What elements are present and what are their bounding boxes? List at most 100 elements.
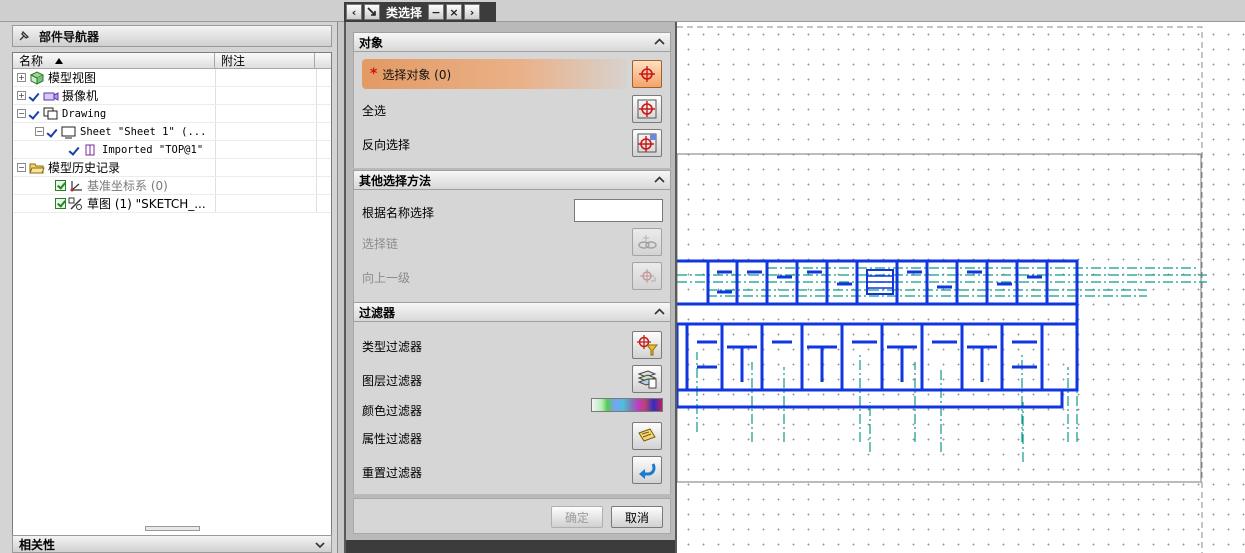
- select-all-label: 全选: [362, 104, 387, 118]
- reset-filter-button[interactable]: [632, 456, 662, 484]
- tree-item-label: Sheet "Sheet 1" (...: [80, 125, 207, 138]
- chain-icon: [638, 235, 657, 249]
- collapse-icon[interactable]: −: [17, 163, 26, 172]
- visible-check-icon[interactable]: [69, 144, 81, 156]
- drawing-border: [677, 153, 1202, 483]
- sort-ascending-icon: [55, 57, 64, 64]
- column-name-header[interactable]: 名称: [13, 53, 215, 68]
- select-chain-label: 选择链: [362, 237, 399, 251]
- collapse-icon[interactable]: −: [35, 127, 44, 136]
- invert-selection-button[interactable]: [632, 129, 662, 157]
- tab-next-icon[interactable]: ›: [464, 4, 481, 20]
- type-filter-button[interactable]: [632, 331, 662, 359]
- crosshair-icon: [639, 66, 655, 82]
- section-filter-title: 过滤器: [359, 305, 396, 320]
- type-filter-icon: [637, 335, 658, 356]
- checkbox-checked-icon[interactable]: [55, 198, 66, 209]
- center-lines: [677, 267, 1207, 462]
- section-other-title: 其他选择方法: [359, 173, 432, 188]
- close-icon[interactable]: ×: [446, 4, 463, 20]
- visible-check-icon[interactable]: [47, 126, 59, 138]
- visible-check-icon[interactable]: [29, 90, 41, 102]
- attribute-filter-icon: [638, 428, 656, 442]
- drawing-canvas[interactable]: [677, 22, 1245, 553]
- visible-check-icon[interactable]: [29, 108, 41, 120]
- collapse-up-icon[interactable]: [652, 173, 667, 187]
- tree-item-label: 模型视图: [48, 71, 97, 85]
- tab-prev-icon[interactable]: ‹: [346, 4, 362, 20]
- color-filter-swatch[interactable]: [591, 398, 663, 412]
- panel-splitter[interactable]: [145, 526, 200, 531]
- section-filter-header[interactable]: 过滤器: [353, 302, 671, 322]
- attribute-filter-button[interactable]: [632, 422, 662, 450]
- select-by-name-label: 根据名称选择: [362, 206, 435, 220]
- color-filter-label: 颜色过滤器: [362, 404, 423, 418]
- column-name-label: 名称: [19, 54, 44, 68]
- name-input[interactable]: [574, 199, 663, 222]
- dialog-bottom-strip: [346, 540, 675, 553]
- class-selection-dialog: 对象 * 选择对象 (0) 全选 反向选择 其他选择方法 根据名称选择 选择链: [344, 22, 677, 553]
- section-other-header[interactable]: 其他选择方法: [353, 170, 671, 190]
- chevron-down-icon[interactable]: [313, 539, 327, 551]
- ok-button[interactable]: 确定: [551, 506, 603, 528]
- up-level-icon: [640, 269, 656, 283]
- related-panel-header[interactable]: 相关性: [12, 535, 332, 553]
- collapse-up-icon[interactable]: [652, 35, 667, 49]
- tree-item-model-views[interactable]: + 模型视图: [13, 69, 331, 87]
- tree-item-drawing[interactable]: − Drawing: [13, 105, 331, 123]
- layer-filter-icon: [637, 370, 657, 389]
- tree-header: 名称 附注: [13, 53, 331, 69]
- view-icon: [83, 143, 99, 157]
- column-note-label: 附注: [221, 54, 246, 68]
- datum-csys-icon: [68, 179, 84, 193]
- navigator-tree[interactable]: 名称 附注 + 模型视图 + 摄像机 − Drawing − Sheet "Sh…: [12, 52, 332, 542]
- layer-filter-button[interactable]: [632, 365, 662, 393]
- column-note-header[interactable]: 附注: [215, 53, 315, 68]
- tree-item-model-history[interactable]: − 模型历史记录: [13, 159, 331, 177]
- floor-plan: [677, 259, 1079, 409]
- reset-arrow-icon[interactable]: [364, 4, 380, 20]
- camera-icon: [43, 89, 59, 103]
- select-all-icon: [637, 99, 657, 119]
- up-one-level-button[interactable]: [632, 262, 662, 290]
- top-toolbar-strip: [0, 0, 1245, 22]
- drawing-graphics: [677, 26, 1207, 553]
- select-object-button[interactable]: [632, 60, 662, 88]
- select-all-button[interactable]: [632, 95, 662, 123]
- minimize-icon[interactable]: −: [428, 4, 445, 20]
- section-filter-body: 类型过滤器 图层过滤器 颜色过滤器 属性过滤器 重置过滤器: [353, 322, 671, 494]
- pin-icon[interactable]: [17, 29, 31, 43]
- required-star-icon: *: [370, 66, 378, 82]
- tree-item-label: 基准坐标系 (0): [87, 179, 168, 193]
- expand-icon[interactable]: +: [17, 91, 26, 100]
- section-object-title: 对象: [359, 35, 384, 50]
- layer-filter-label: 图层过滤器: [362, 374, 423, 388]
- related-panel-title: 相关性: [19, 537, 56, 552]
- tree-item-label: Imported "TOP@1": [102, 143, 204, 156]
- select-chain-button[interactable]: [632, 228, 662, 256]
- drawing-icon: [43, 107, 59, 121]
- up-one-level-label: 向上一级: [362, 271, 411, 285]
- reset-filter-label: 重置过滤器: [362, 466, 423, 480]
- tree-item-imported-view[interactable]: Imported "TOP@1": [13, 141, 331, 159]
- collapse-icon[interactable]: −: [17, 109, 26, 118]
- tree-item-sketch[interactable]: 草图 (1) "SKETCH_...: [13, 195, 331, 213]
- checkbox-checked-icon[interactable]: [55, 180, 66, 191]
- dialog-tab-bar[interactable]: ‹ 类选择 − × ›: [344, 2, 496, 22]
- tree-item-cameras[interactable]: + 摄像机: [13, 87, 331, 105]
- select-object-row[interactable]: * 选择对象 (0): [362, 59, 627, 89]
- navigator-titlebar: 部件导航器: [12, 25, 332, 47]
- tree-item-datum-csys[interactable]: 基准坐标系 (0): [13, 177, 331, 195]
- dialog-footer: 确定 取消: [353, 498, 671, 534]
- section-object-body: * 选择对象 (0) 全选 反向选择: [353, 52, 671, 168]
- section-other-body: 根据名称选择 选择链 向上一级: [353, 190, 671, 302]
- part-navigator-panel: 部件导航器 名称 附注 + 模型视图 + 摄像机 − Drawing − She…: [0, 22, 338, 553]
- cancel-button[interactable]: 取消: [611, 506, 663, 528]
- tree-item-sheet[interactable]: − Sheet "Sheet 1" (...: [13, 123, 331, 141]
- expand-icon[interactable]: +: [17, 73, 26, 82]
- cancel-button-label: 取消: [624, 510, 649, 525]
- collapse-up-icon[interactable]: [652, 305, 667, 319]
- tree-item-label: Drawing: [62, 107, 107, 120]
- section-object-header[interactable]: 对象: [353, 32, 671, 52]
- invert-selection-label: 反向选择: [362, 138, 411, 152]
